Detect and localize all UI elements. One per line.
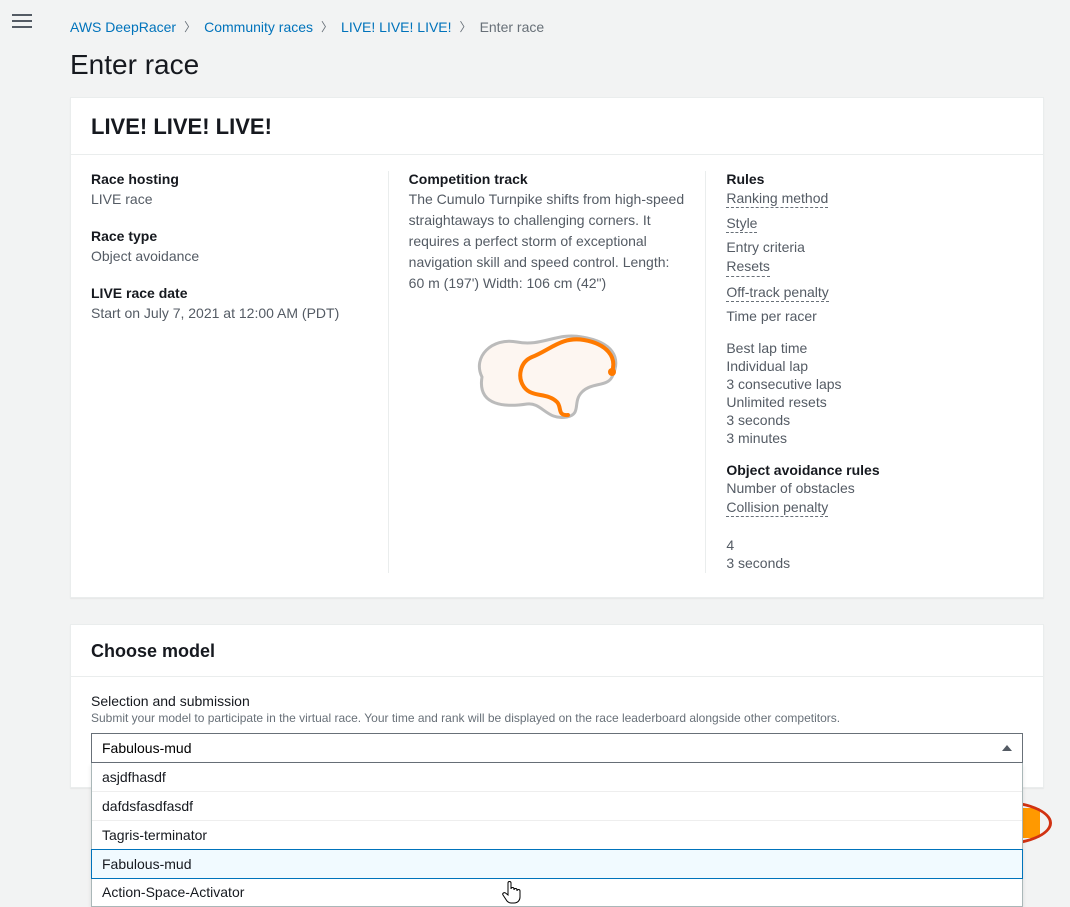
page-title: Enter race xyxy=(70,49,1044,81)
competition-track-column: Competition track The Cumulo Turnpike sh… xyxy=(388,171,706,573)
race-date-label: LIVE race date xyxy=(91,285,368,301)
chevron-right-icon: 〉 xyxy=(321,18,333,35)
choose-model-panel: Choose model Selection and submission Su… xyxy=(70,624,1044,788)
race-type-value: Object avoidance xyxy=(91,246,368,267)
breadcrumb: AWS DeepRacer 〉 Community races 〉 LIVE! … xyxy=(70,18,1044,35)
race-hosting-value: LIVE race xyxy=(91,189,368,210)
rules-value: Unlimited resets xyxy=(726,394,1003,410)
track-diagram xyxy=(409,312,686,435)
rules-link-style[interactable]: Style xyxy=(726,214,757,233)
rules-value: 3 seconds xyxy=(726,412,1003,428)
model-dropdown: asjdfhasdf dafdsfasdfasdf Tagris-termina… xyxy=(91,763,1023,907)
rules-link-time: Time per racer xyxy=(726,308,817,324)
breadcrumb-link-deepracer[interactable]: AWS DeepRacer xyxy=(70,19,176,35)
oa-value: 4 xyxy=(726,537,1003,553)
rules-value: Individual lap xyxy=(726,358,1003,374)
breadcrumb-current: Enter race xyxy=(480,19,545,35)
oa-rules-label: Object avoidance rules xyxy=(726,462,1003,478)
model-select-value: Fabulous-mud xyxy=(102,740,192,756)
nav-menu-toggle[interactable] xyxy=(12,14,32,30)
rules-column: Rules Ranking method Style Entry criteri… xyxy=(705,171,1023,573)
rules-value: Best lap time xyxy=(726,340,1003,356)
rules-link-offtrack[interactable]: Off-track penalty xyxy=(726,283,828,302)
model-select[interactable]: Fabulous-mud asjdfhasdf dafdsfasdfasdf T… xyxy=(91,733,1023,763)
race-date-value: Start on July 7, 2021 at 12:00 AM (PDT) xyxy=(91,303,368,324)
rules-value: 3 consecutive laps xyxy=(726,376,1003,392)
race-type-label: Race type xyxy=(91,228,368,244)
oa-value: 3 seconds xyxy=(726,555,1003,571)
oa-link-collision[interactable]: Collision penalty xyxy=(726,498,828,517)
model-option-highlighted[interactable]: Fabulous-mud xyxy=(91,849,1023,879)
race-hosting-label: Race hosting xyxy=(91,171,368,187)
race-title: LIVE! LIVE! LIVE! xyxy=(91,114,1023,140)
model-option[interactable]: asjdfhasdf xyxy=(92,763,1022,792)
model-option[interactable]: Tagris-terminator xyxy=(92,821,1022,850)
rules-link-entry: Entry criteria xyxy=(726,239,805,255)
rules-link-ranking[interactable]: Ranking method xyxy=(726,189,828,208)
track-desc: The Cumulo Turnpike shifts from high-spe… xyxy=(409,189,686,294)
track-label: Competition track xyxy=(409,171,686,187)
model-select-trigger[interactable]: Fabulous-mud xyxy=(91,733,1023,763)
selection-label: Selection and submission xyxy=(91,693,1023,709)
rules-value: 3 minutes xyxy=(726,430,1003,446)
oa-link-obstacles: Number of obstacles xyxy=(726,480,854,496)
choose-model-title: Choose model xyxy=(91,641,1023,662)
race-details-panel: LIVE! LIVE! LIVE! Race hosting LIVE race… xyxy=(70,97,1044,598)
rules-link-resets[interactable]: Resets xyxy=(726,257,770,276)
race-hosting-column: Race hosting LIVE race Race type Object … xyxy=(91,171,388,573)
caret-up-icon xyxy=(1002,745,1012,751)
breadcrumb-link-race[interactable]: LIVE! LIVE! LIVE! xyxy=(341,19,452,35)
selection-desc: Submit your model to participate in the … xyxy=(91,711,1023,725)
chevron-right-icon: 〉 xyxy=(184,18,196,35)
rules-label: Rules xyxy=(726,171,1003,187)
chevron-right-icon: 〉 xyxy=(460,18,472,35)
breadcrumb-link-community[interactable]: Community races xyxy=(204,19,313,35)
model-option[interactable]: Action-Space-Activator xyxy=(92,878,1022,906)
model-option[interactable]: dafdsfasdfasdf xyxy=(92,792,1022,821)
